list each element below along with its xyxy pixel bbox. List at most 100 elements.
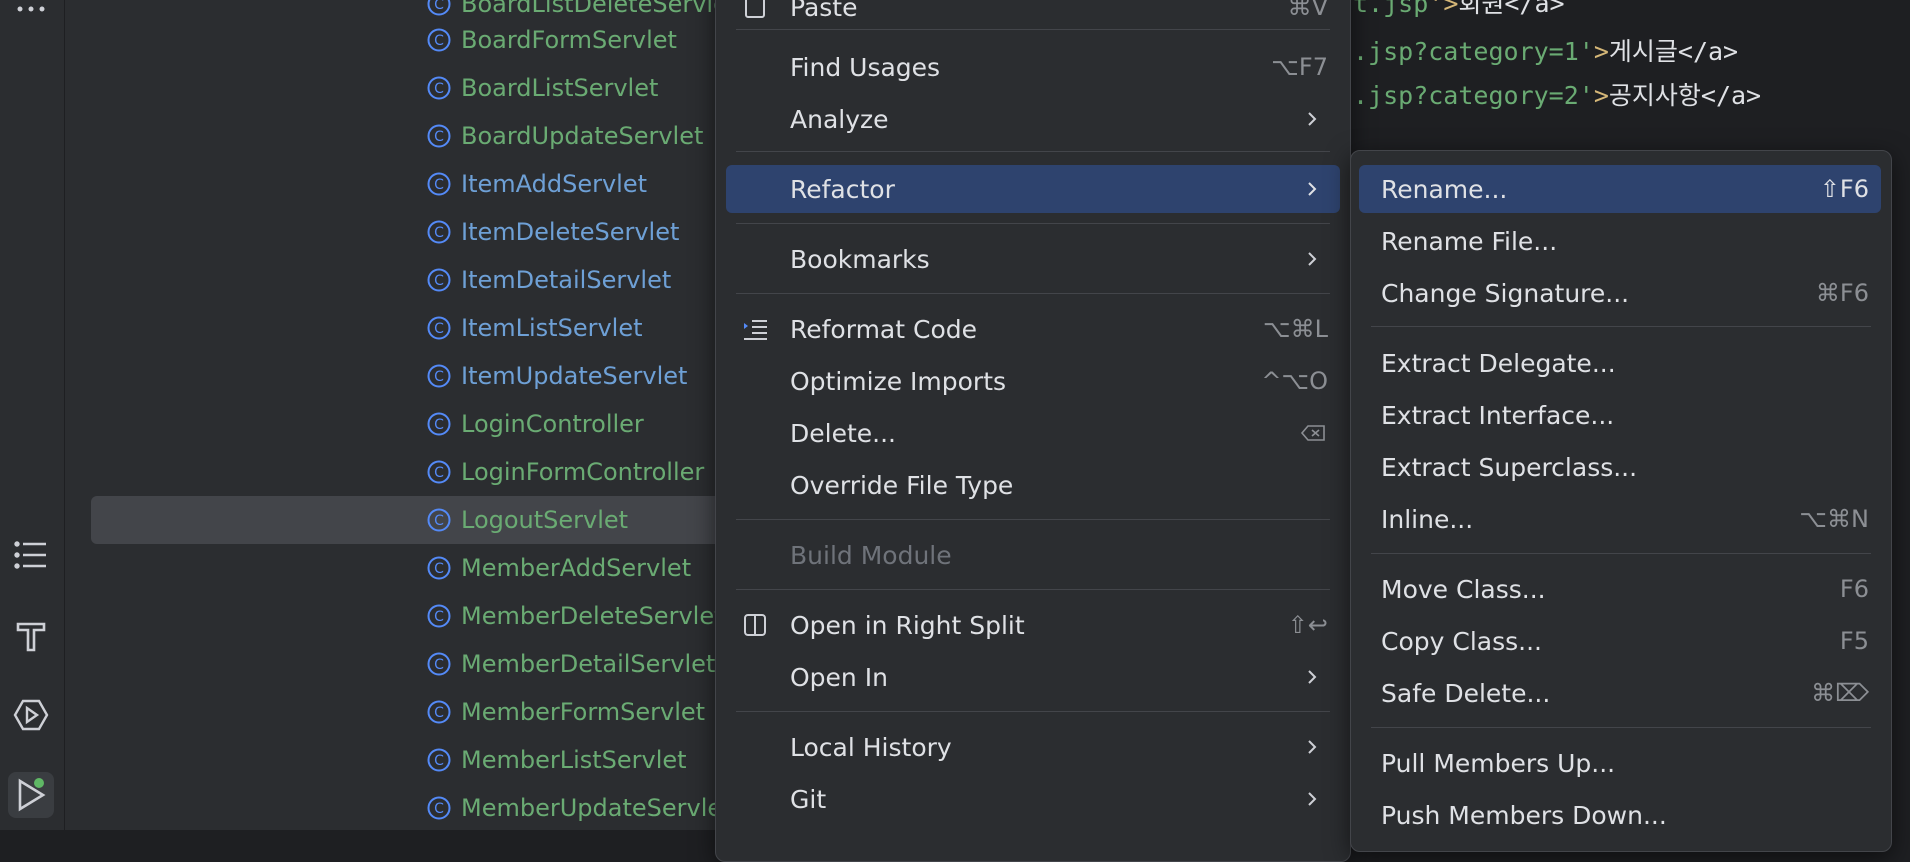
tree-item[interactable]: C MemberDetailServlet [91, 640, 781, 688]
reformat-icon [744, 320, 767, 340]
class-icon: C [427, 412, 451, 436]
class-icon: C [427, 124, 451, 148]
menu-item-analyze[interactable]: Analyze [726, 95, 1340, 143]
svg-text:C: C [434, 225, 444, 241]
class-icon: C [427, 604, 451, 628]
menu-item-find-usages[interactable]: Find Usages ⌥F7 [726, 43, 1340, 91]
submenu-item-extract-interface[interactable]: Extract Interface... [1359, 391, 1881, 439]
class-icon: C [427, 556, 451, 580]
tree-item[interactable]: C MemberUpdateServlet [91, 784, 781, 832]
tree-item[interactable]: C ItemAddServlet [91, 160, 781, 208]
tree-item[interactable]: C ItemListServlet [91, 304, 781, 352]
tree-item-label: ItemListServlet [461, 314, 643, 342]
menu-separator [736, 29, 1330, 30]
chevron-right-icon [1308, 252, 1317, 266]
menu-item-override-file-type[interactable]: Override File Type [726, 461, 1340, 509]
svg-text:C: C [434, 657, 444, 673]
tree-item-label: MemberDeleteServlet [461, 602, 724, 630]
tree-item-label: BoardUpdateServlet [461, 122, 704, 150]
tree-item[interactable]: C BoardUpdateServlet [91, 112, 781, 160]
tree-item[interactable]: C MemberListServlet [91, 736, 781, 784]
svg-text:C: C [434, 321, 444, 337]
more-icon[interactable] [8, 0, 54, 32]
menu-item-reformat-code[interactable]: Reformat Code ⌥⌘L [726, 305, 1340, 353]
menu-item-build-module: Build Module [790, 540, 952, 570]
tree-item[interactable]: C BoardListServlet [91, 64, 781, 112]
tree-item[interactable]: C MemberAddServlet [91, 544, 781, 592]
menu-item-optimize-imports[interactable]: Optimize Imports ^⌥O [726, 357, 1340, 405]
tree-item[interactable]: C LoginController [91, 400, 781, 448]
menu-separator [736, 519, 1330, 520]
menu-item-local-history[interactable]: Local History [726, 723, 1340, 771]
tree-item[interactable]: C LoginFormController [91, 448, 781, 496]
chevron-right-icon [1308, 740, 1317, 754]
tree-item[interactable]: C MemberFormServlet [91, 688, 781, 736]
submenu-item-push-members-down[interactable]: Push Members Down... [1359, 791, 1881, 839]
svg-text:C: C [434, 561, 444, 577]
submenu-item-rename-file[interactable]: Rename File... [1359, 217, 1881, 265]
tool-window-strip [0, 0, 65, 830]
services-icon[interactable] [8, 692, 54, 738]
run-icon[interactable] [8, 772, 54, 818]
menu-item-paste[interactable]: Paste ⌘V [726, 0, 1340, 31]
code-line-2: .jsp?category=1'>게시글</a> [1353, 37, 1739, 66]
submenu-item-inline[interactable]: Inline... ⌥⌘N [1359, 495, 1881, 543]
svg-text:C: C [434, 417, 444, 433]
tree-item[interactable]: C LogoutServlet [91, 496, 781, 544]
project-tree: C BoardListDeleteServlet C BoardFormServl… [65, 0, 781, 830]
build-hammer-icon[interactable] [8, 612, 54, 658]
chevron-right-icon [1308, 182, 1317, 196]
class-icon: C [427, 652, 451, 676]
code-line-1: t.jsp'>회원</a> [1353, 0, 1565, 18]
menu-item-refactor[interactable]: Refactor [726, 165, 1340, 213]
svg-text:C: C [434, 705, 444, 721]
structure-icon[interactable] [8, 532, 54, 578]
tree-item-label: BoardListServlet [461, 74, 659, 102]
menu-item-open-in[interactable]: Open In [726, 653, 1340, 701]
class-icon: C [427, 76, 451, 100]
class-icon: C [427, 700, 451, 724]
tree-item-label: MemberUpdateServlet [461, 794, 732, 822]
svg-text:C: C [434, 609, 444, 625]
code-line-3: .jsp?category=2'>공지사항</a> [1353, 81, 1762, 110]
menu-separator [736, 223, 1330, 224]
submenu-item-extract-superclass[interactable]: Extract Superclass... [1359, 443, 1881, 491]
menu-separator [1371, 326, 1871, 327]
menu-item-bookmarks[interactable]: Bookmarks [726, 235, 1340, 283]
submenu-item-extract-delegate[interactable]: Extract Delegate... [1359, 339, 1881, 387]
tree-item-label: LogoutServlet [461, 506, 629, 534]
svg-text:C: C [434, 753, 444, 769]
submenu-item-move-class[interactable]: Move Class... F6 [1359, 565, 1881, 613]
submenu-item-change-signature[interactable]: Change Signature... ⌘F6 [1359, 269, 1881, 317]
submenu-item-copy-class[interactable]: Copy Class... F5 [1359, 617, 1881, 665]
menu-item-delete[interactable]: Delete... [726, 409, 1340, 457]
tree-item-label: LoginFormController [461, 458, 705, 486]
tree-item-label: ItemUpdateServlet [461, 362, 688, 390]
tree-item[interactable]: C ItemUpdateServlet [91, 352, 781, 400]
chevron-right-icon [1308, 112, 1317, 126]
tree-item[interactable]: C BoardFormServlet [91, 16, 781, 64]
delete-key-icon [1300, 425, 1325, 441]
class-icon: C [427, 0, 451, 16]
tree-item-label: LoginController [461, 410, 644, 438]
split-icon [744, 614, 766, 636]
submenu-item-pull-members-up[interactable]: Pull Members Up... [1359, 739, 1881, 787]
tree-item-label: MemberAddServlet [461, 554, 692, 582]
menu-item-git[interactable]: Git [726, 775, 1340, 823]
class-icon: C [427, 508, 451, 532]
submenu-item-safe-delete[interactable]: Safe Delete... ⌘⌦ [1359, 669, 1881, 717]
svg-text:C: C [434, 129, 444, 145]
svg-text:C: C [434, 801, 444, 817]
menu-item-open-right-split[interactable]: Open in Right Split ⇧↩ [726, 601, 1340, 649]
tree-item[interactable]: C ItemDeleteServlet [91, 208, 781, 256]
svg-text:C: C [434, 33, 444, 49]
tree-item-label: ItemAddServlet [461, 170, 648, 198]
class-icon: C [427, 460, 451, 484]
tree-item-label: BoardFormServlet [461, 26, 677, 54]
class-icon: C [427, 364, 451, 388]
submenu-item-rename[interactable]: Rename... ⇧F6 [1359, 165, 1881, 213]
run-status-dot [34, 778, 44, 788]
tree-item[interactable]: C ItemDetailServlet [91, 256, 781, 304]
tree-item[interactable]: C MemberDeleteServlet [91, 592, 781, 640]
tree-item-label: MemberListServlet [461, 746, 687, 774]
